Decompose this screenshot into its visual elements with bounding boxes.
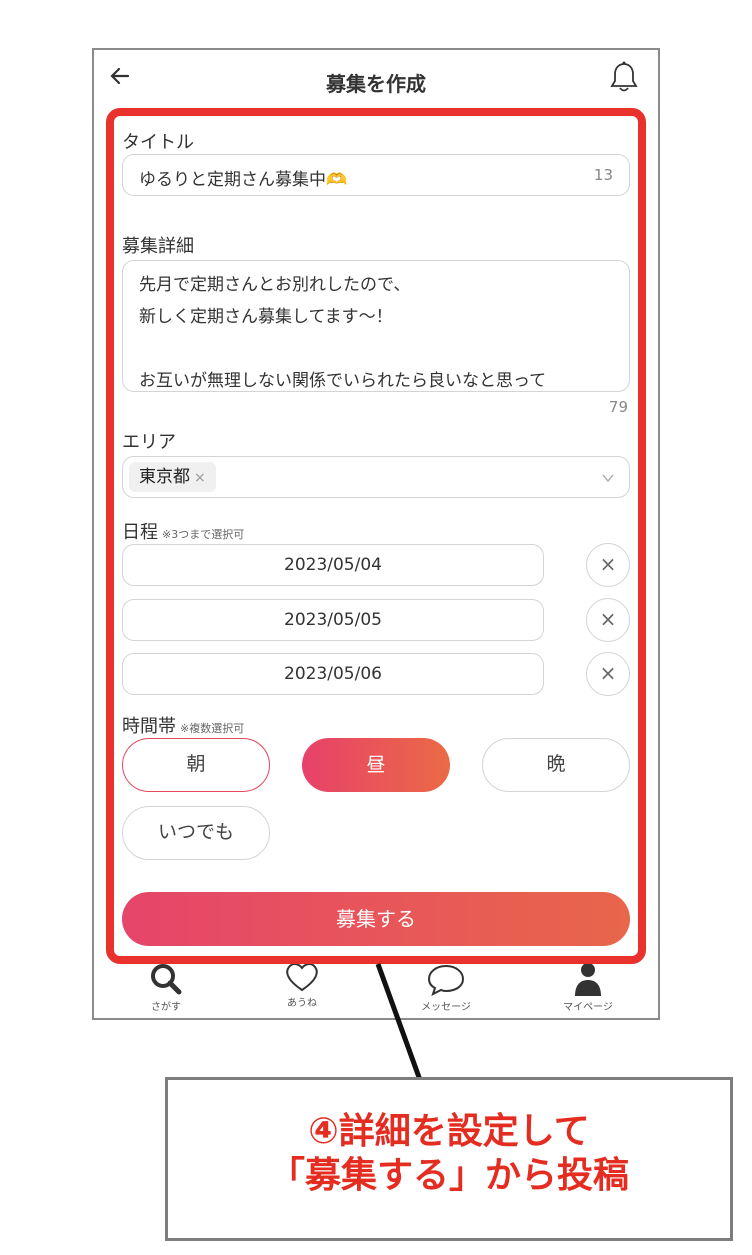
callout-connector <box>375 963 423 1081</box>
callout-box: ④詳細を設定して 「募集する」から投稿 <box>165 1077 733 1241</box>
callout-text: ④詳細を設定して 「募集する」から投稿 <box>268 1111 629 1196</box>
